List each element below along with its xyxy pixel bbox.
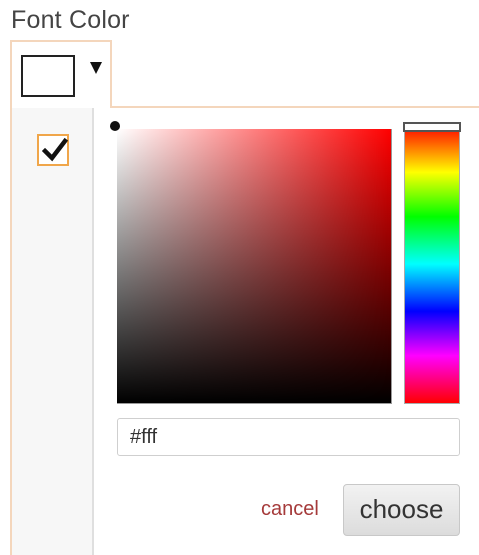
checkmark-icon	[42, 137, 68, 162]
saturation-value-area[interactable]	[117, 129, 392, 404]
current-color-swatch[interactable]	[21, 55, 75, 97]
saturation-cursor[interactable]	[110, 121, 120, 131]
font-color-label: Font Color	[11, 6, 130, 34]
cancel-link[interactable]: cancel	[261, 498, 319, 521]
hue-slider-handle[interactable]	[403, 122, 461, 132]
font-color-picker: Font Color cancel choose	[0, 0, 479, 555]
caret-down-icon[interactable]	[90, 62, 102, 74]
apply-checkbox[interactable]	[37, 134, 69, 166]
hue-slider[interactable]	[404, 124, 460, 404]
choose-button[interactable]: choose	[343, 484, 460, 536]
hex-color-input[interactable]	[117, 418, 460, 456]
color-dropdown-trigger[interactable]	[10, 40, 112, 108]
panel-left-column	[12, 108, 94, 555]
